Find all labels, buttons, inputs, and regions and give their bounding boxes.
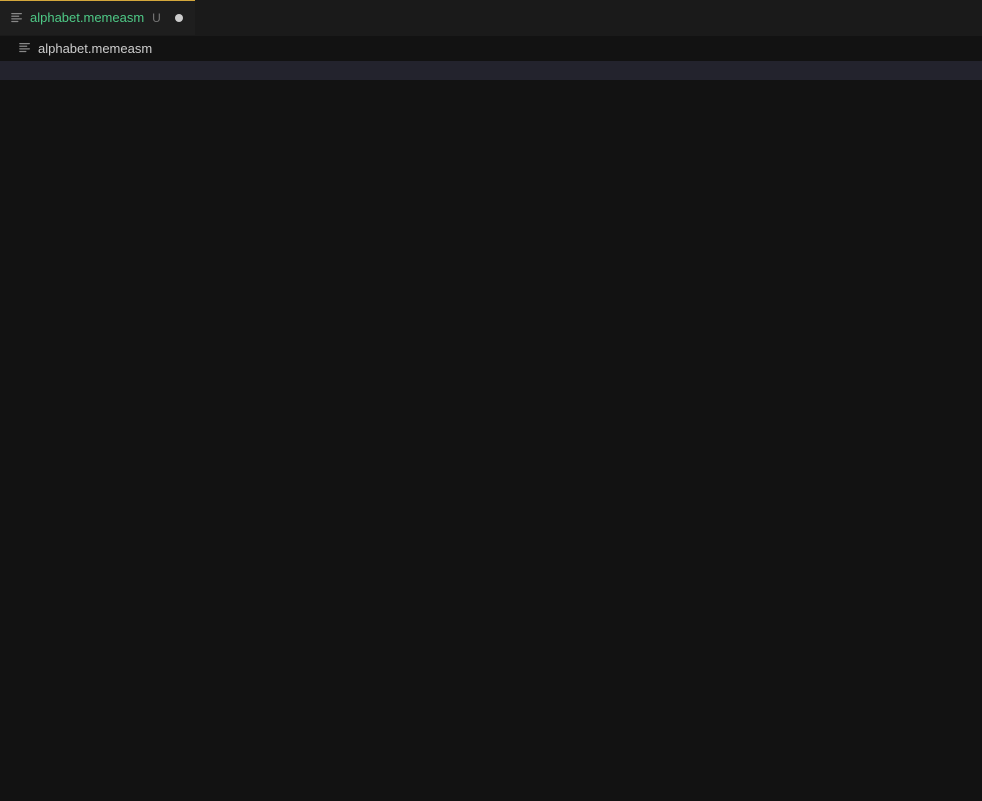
editor-line[interactable] xyxy=(52,60,982,79)
editor[interactable]: 1 xyxy=(0,60,982,801)
file-icon xyxy=(18,41,32,55)
editor-tab[interactable]: alphabet.memeasm U xyxy=(0,0,195,35)
tab-bar: alphabet.memeasm U xyxy=(0,0,982,36)
breadcrumb[interactable]: alphabet.memeasm xyxy=(0,36,982,60)
unsaved-indicator-icon[interactable] xyxy=(175,14,183,22)
editor-content[interactable] xyxy=(52,60,982,801)
gutter: 1 xyxy=(0,60,52,801)
scm-status-badge: U xyxy=(152,11,161,25)
file-icon xyxy=(10,11,24,25)
breadcrumb-label: alphabet.memeasm xyxy=(38,41,152,56)
tab-label: alphabet.memeasm xyxy=(30,10,144,25)
